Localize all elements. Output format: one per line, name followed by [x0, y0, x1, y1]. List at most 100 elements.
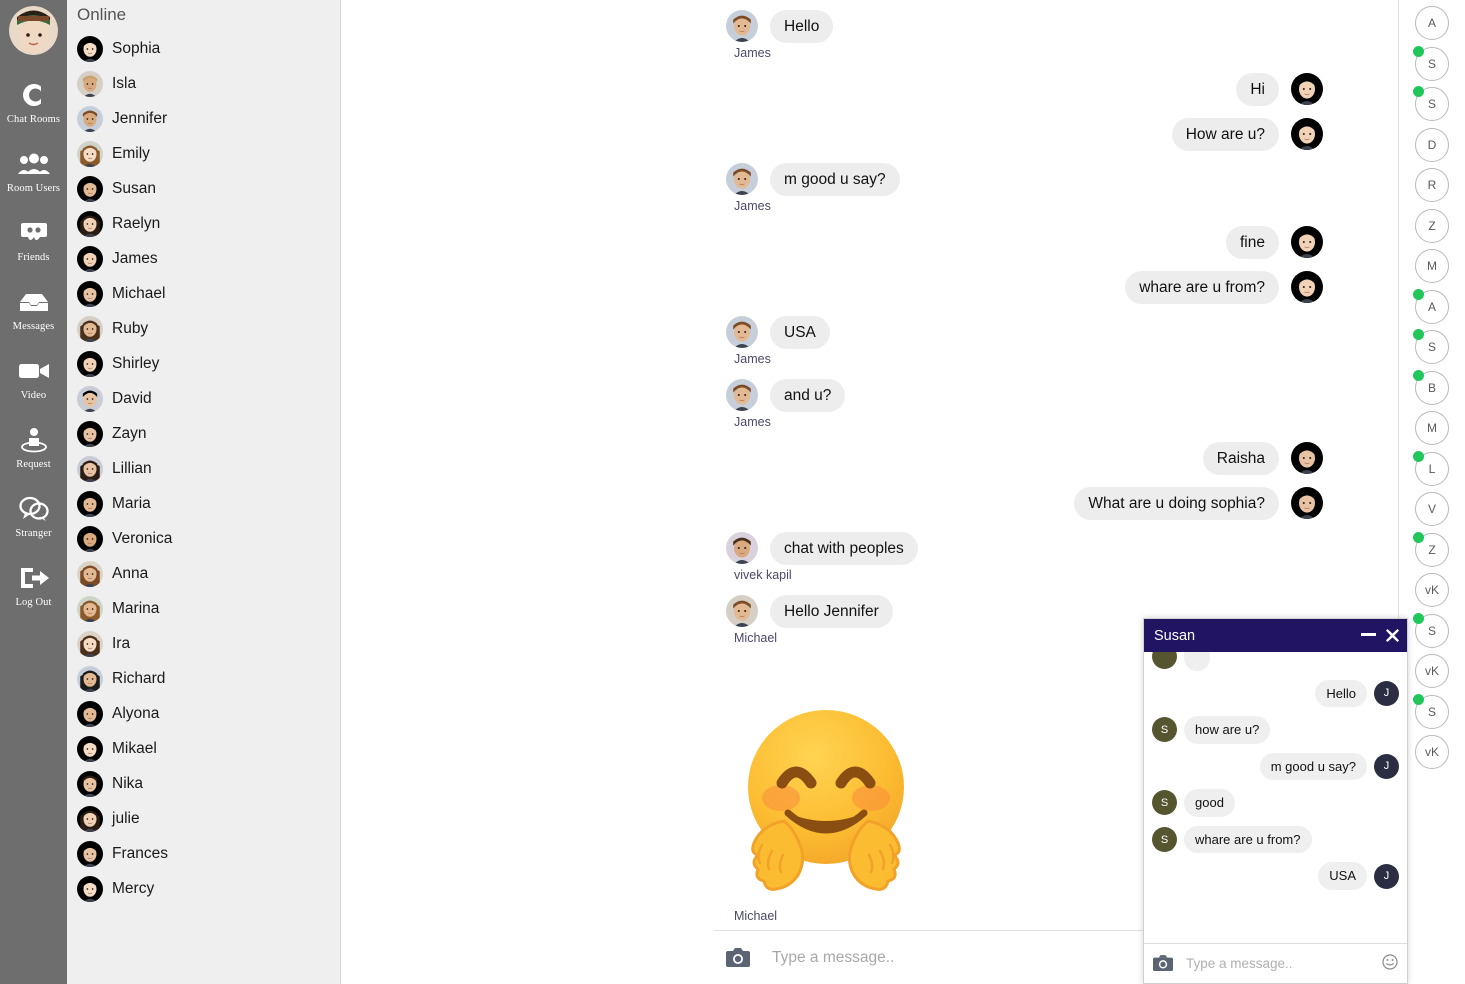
online-user-row[interactable]: Ruby	[67, 311, 340, 346]
online-user-row[interactable]: Lillian	[67, 451, 340, 486]
hugging-face-emoji	[748, 710, 904, 891]
chat-message: whare are u from?	[1125, 271, 1323, 305]
user-avatar	[77, 140, 103, 167]
profile-photo	[9, 6, 58, 55]
sidebar-item-room-users[interactable]: Room Users	[0, 138, 67, 205]
contact-avatar-button[interactable]: B	[1413, 369, 1449, 405]
contact-avatar-button[interactable]: L	[1413, 450, 1449, 486]
online-user-row[interactable]: Emily	[67, 136, 340, 171]
contact-avatar-button[interactable]: D	[1415, 127, 1449, 162]
sidebar-item-log-out[interactable]: Log Out	[0, 552, 67, 619]
user-avatar	[77, 210, 103, 237]
online-user-row[interactable]: Alyona	[67, 696, 340, 731]
chat-message: and u? James	[726, 379, 846, 429]
user-avatar	[77, 805, 103, 832]
online-user-row[interactable]: Veronica	[67, 521, 340, 556]
contact-avatar-button[interactable]: R	[1415, 168, 1449, 202]
contact-avatar-button[interactable]: M	[1415, 411, 1449, 445]
popup-chat-header[interactable]: Susan	[1144, 619, 1407, 652]
contact-avatar-button[interactable]: A	[1415, 6, 1449, 40]
online-user-row[interactable]: Sophia	[67, 31, 340, 66]
minimize-icon[interactable]	[1361, 632, 1376, 639]
user-avatar	[77, 105, 103, 132]
popup-chat-message: J USA	[1152, 862, 1399, 890]
popup-avatar	[1152, 652, 1177, 670]
close-icon[interactable]	[1386, 629, 1399, 642]
popup-message-bubble: good	[1184, 789, 1235, 817]
user-name: James	[112, 249, 158, 267]
online-user-row[interactable]: Anna	[67, 556, 340, 591]
contact-avatar-button[interactable]: S	[1413, 45, 1449, 81]
user-avatar	[77, 385, 103, 412]
popup-chat-message: Show are u?	[1152, 716, 1399, 744]
sidebar-item-request[interactable]: Request	[0, 414, 67, 481]
user-avatar	[77, 560, 103, 587]
popup-avatar: J	[1374, 680, 1399, 706]
online-user-row[interactable]: David	[67, 381, 340, 416]
contact-avatar-button[interactable]: S	[1413, 86, 1449, 121]
contact-avatar-button[interactable]: A	[1413, 288, 1449, 324]
online-user-row[interactable]: Susan	[67, 171, 340, 206]
online-status-dot	[1413, 288, 1424, 300]
message-bubble: Hi	[1236, 73, 1279, 107]
online-user-row[interactable]: Nika	[67, 766, 340, 801]
message-bubble: Hello	[770, 10, 834, 44]
camera-icon[interactable]	[1153, 955, 1173, 972]
emoji-icon[interactable]	[1382, 953, 1398, 974]
user-avatar	[77, 315, 103, 342]
online-user-row[interactable]: Mikael	[67, 731, 340, 766]
contact-initial: vK	[1415, 654, 1449, 688]
contact-avatar-button[interactable]: M	[1415, 249, 1449, 283]
online-user-row[interactable]: Richard	[67, 661, 340, 696]
contact-avatar-button[interactable]: S	[1413, 612, 1449, 648]
popup-chat-message: J Hello	[1152, 679, 1399, 708]
contact-initial: D	[1415, 127, 1449, 162]
user-name: Mikael	[112, 739, 157, 757]
request-icon	[20, 425, 48, 455]
contact-avatar-button[interactable]: Z	[1415, 208, 1449, 243]
contact-initial: vK	[1415, 735, 1449, 769]
online-user-row[interactable]: Michael	[67, 276, 340, 311]
online-user-row[interactable]: Zayn	[67, 416, 340, 451]
online-user-row[interactable]: Maria	[67, 486, 340, 521]
online-user-row[interactable]: Frances	[67, 836, 340, 871]
sidebar-item-messages[interactable]: Messages	[0, 276, 67, 343]
sidebar-label-log-out: Log Out	[15, 597, 52, 608]
sidebar-item-chat-rooms[interactable]: Chat Rooms	[0, 69, 67, 136]
sidebar-item-stranger[interactable]: Stranger	[0, 483, 67, 550]
sidebar-item-friends[interactable]: Friends	[0, 207, 67, 274]
user-name: julie	[112, 809, 140, 827]
online-user-row[interactable]: Shirley	[67, 346, 340, 381]
online-user-row[interactable]: Mercy	[67, 871, 340, 906]
user-name: Ira	[112, 634, 131, 652]
user-name: David	[112, 389, 152, 407]
contact-avatar-button[interactable]: vK	[1415, 735, 1449, 769]
online-user-row[interactable]: julie	[67, 801, 340, 836]
user-name: Maria	[112, 494, 151, 512]
online-status-dot	[1413, 86, 1424, 97]
online-user-row[interactable]: Isla	[67, 66, 340, 101]
chat-application: Chat Rooms Room Users Friends Messages V…	[0, 0, 1465, 984]
online-user-row[interactable]: Marina	[67, 591, 340, 626]
sidebar-item-video[interactable]: Video	[0, 345, 67, 412]
popup-message-bubble: USA	[1318, 862, 1367, 890]
profile-avatar[interactable]	[9, 6, 58, 55]
online-status-dot	[1413, 531, 1424, 543]
contact-avatar-button[interactable]: Z	[1413, 531, 1449, 567]
online-user-row[interactable]: Raelyn	[67, 206, 340, 241]
popup-message-bubble: m good u say?	[1259, 752, 1367, 781]
camera-icon[interactable]	[726, 947, 750, 968]
contact-avatar-button[interactable]: S	[1413, 693, 1449, 729]
popup-message-input[interactable]	[1186, 956, 1382, 971]
contact-avatar-button[interactable]: S	[1413, 329, 1449, 364]
contact-avatar-button[interactable]: V	[1415, 492, 1449, 526]
contact-avatar-button[interactable]: vK	[1415, 654, 1449, 688]
message-sender-name: Michael	[734, 909, 778, 923]
online-user-row[interactable]: James	[67, 241, 340, 276]
contact-avatar-button[interactable]: vK	[1415, 573, 1449, 607]
message-bubble: and u?	[770, 379, 846, 413]
popup-message-list[interactable]: J Hello Show are u? Jm good u say? Sgood Swha…	[1144, 652, 1407, 943]
chat-message: What are u doing sophia?	[1074, 487, 1323, 521]
online-user-row[interactable]: Jennifer	[67, 101, 340, 136]
online-user-row[interactable]: Ira	[67, 626, 340, 661]
